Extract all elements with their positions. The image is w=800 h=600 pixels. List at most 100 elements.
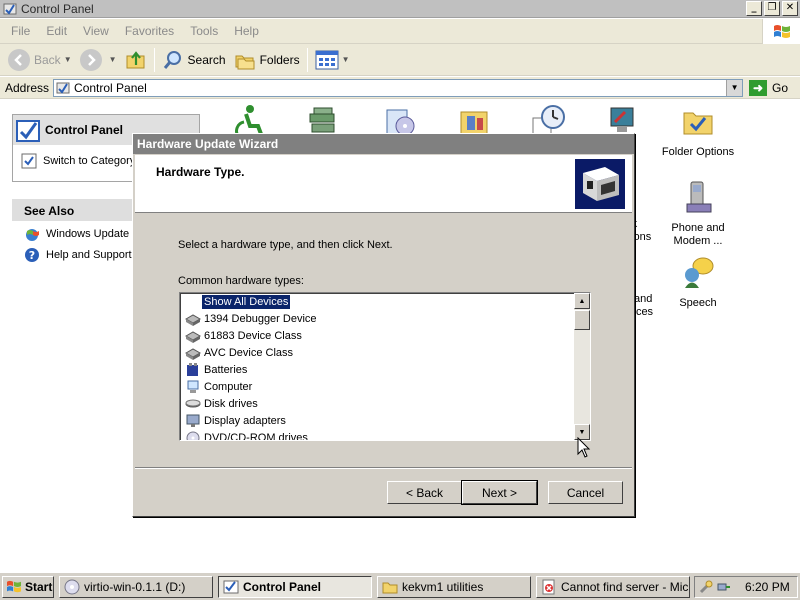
wizard-titlebar[interactable]: Hardware Update Wizard — [133, 134, 634, 154]
taskbar-item-virtio[interactable]: virtio-win-0.1.1 (D:) — [59, 576, 213, 598]
tray-network-icon[interactable] — [717, 580, 731, 594]
control-panel-pane-title: Control Panel — [45, 123, 124, 137]
battery-icon — [187, 362, 198, 376]
page-error-icon — [542, 579, 555, 595]
folders-label: Folders — [259, 52, 300, 67]
window-titlebar[interactable]: Control Panel _ ❐ ✕ — [0, 0, 800, 18]
views-dropdown-icon[interactable]: ▼ — [342, 55, 350, 64]
views-button[interactable]: ▼ — [311, 47, 354, 73]
help-icon: ? — [25, 248, 39, 262]
computer-icon — [187, 380, 199, 393]
close-button[interactable]: ✕ — [782, 1, 798, 16]
forward-dropdown-icon[interactable]: ▼ — [109, 55, 117, 64]
start-label: Start — [25, 580, 53, 594]
speech-item[interactable]: Speech — [656, 255, 740, 310]
list-item[interactable]: Show All Devices — [180, 293, 590, 310]
cancel-button[interactable]: Cancel — [548, 481, 623, 504]
toolbar: Back ▼ ▼ Search Folders ▼ — [0, 44, 800, 76]
hardware-update-wizard-dialog: Hardware Update Wizard Hardware Type. Se… — [132, 133, 635, 517]
windows-update-icon — [26, 229, 39, 241]
phone-modem-label: Phone and Modem ... — [671, 222, 725, 247]
phone-modem-icon — [686, 181, 712, 213]
views-icon — [315, 50, 339, 69]
go-arrow-icon: ➜ — [749, 79, 768, 96]
taskbar-item-browser[interactable]: Cannot find server - Mic... — [536, 576, 690, 598]
clock[interactable]: 6:20 PM — [745, 580, 790, 594]
address-input[interactable]: Control Panel ▼ — [53, 78, 744, 97]
list-item[interactable]: Batteries — [180, 361, 590, 378]
next-button[interactable]: Next > — [461, 480, 538, 505]
control-panel-small-icon — [56, 82, 70, 94]
back-label: Back — [34, 52, 61, 67]
windows-flag-icon — [7, 580, 21, 593]
cdrom-icon — [186, 431, 200, 440]
device-icon — [185, 347, 201, 360]
list-item[interactable]: AVC Device Class — [180, 344, 590, 361]
address-value: Control Panel — [74, 80, 147, 95]
control-panel-icon — [223, 580, 239, 594]
go-label: Go — [772, 80, 789, 95]
disk-drive-icon — [185, 399, 201, 407]
menu-tools[interactable]: Tools — [182, 24, 226, 38]
scroll-thumb[interactable] — [574, 310, 590, 330]
menu-favorites[interactable]: Favorites — [117, 24, 182, 38]
window-title: Control Panel — [21, 1, 94, 16]
toolbar-separator — [306, 47, 308, 72]
menu-edit[interactable]: Edit — [38, 24, 75, 38]
maximize-button[interactable]: ❐ — [764, 1, 780, 16]
wizard-instruction: Select a hardware type, and then click N… — [178, 239, 393, 251]
folder-options-label: Folder Options — [661, 146, 735, 158]
menu-bar: File Edit View Favorites Tools Help — [0, 19, 800, 44]
cd-drive-icon — [64, 579, 80, 595]
list-item[interactable]: DVD/CD-ROM drives — [180, 429, 590, 440]
dialog-separator — [135, 467, 632, 469]
address-dropdown-icon[interactable]: ▼ — [726, 79, 743, 96]
taskbar-item-control-panel[interactable]: Control Panel — [218, 576, 372, 598]
list-item[interactable]: Computer — [180, 378, 590, 395]
control-panel-icon — [3, 3, 17, 15]
list-item[interactable]: 61883 Device Class — [180, 327, 590, 344]
switch-view-icon — [21, 153, 37, 169]
windows-update-label: Windows Update — [46, 228, 130, 240]
tray-tools-icon[interactable] — [699, 580, 713, 594]
display-adapter-icon — [186, 414, 200, 427]
hardware-types-list[interactable]: Show All Devices 1394 Debugger Device 61… — [179, 292, 591, 441]
minimize-button[interactable]: _ — [746, 1, 762, 16]
folder-options-item[interactable]: Folder Options — [656, 104, 740, 159]
menu-file[interactable]: File — [3, 24, 38, 38]
address-label: Address — [5, 80, 50, 95]
wizard-page-title: Hardware Type. — [156, 165, 245, 179]
menu-help[interactable]: Help — [226, 24, 267, 38]
scroll-up-button[interactable]: ▲ — [574, 293, 590, 309]
list-item[interactable]: 1394 Debugger Device — [180, 310, 590, 327]
search-label: Search — [187, 52, 226, 67]
folders-button[interactable]: Folders — [230, 47, 304, 73]
go-button[interactable]: ➜ Go — [749, 79, 789, 96]
taskbar-item-kekvm1[interactable]: kekvm1 utilities — [377, 576, 531, 598]
list-scrollbar[interactable]: ▲ ▼ — [574, 293, 590, 440]
back-button[interactable]: Back ▼ — [4, 47, 76, 73]
wizard-header: Hardware Type. — [135, 155, 632, 213]
speech-label: Speech — [679, 297, 717, 309]
device-icon — [185, 330, 201, 343]
wizard-title: Hardware Update Wizard — [137, 137, 279, 151]
folders-icon — [235, 55, 255, 69]
phone-modem-item[interactable]: Phone and Modem ... — [656, 180, 740, 248]
toolbar-separator — [153, 47, 155, 72]
back-dropdown-icon[interactable]: ▼ — [64, 55, 72, 64]
mouse-cursor-icon — [577, 437, 591, 458]
up-folder-button[interactable] — [121, 47, 151, 73]
list-item[interactable]: Disk drives — [180, 395, 590, 412]
menu-view[interactable]: View — [75, 24, 117, 38]
hardware-wizard-icon — [575, 159, 625, 209]
folder-icon — [382, 582, 398, 594]
search-button[interactable]: Search — [158, 47, 230, 73]
back-dialog-button[interactable]: < Back — [387, 481, 462, 504]
list-item[interactable]: Display adapters — [180, 412, 590, 429]
search-icon — [163, 50, 181, 69]
back-arrow-icon — [8, 48, 30, 71]
start-button[interactable]: Start — [2, 576, 54, 598]
forward-button[interactable]: ▼ — [76, 47, 121, 73]
address-bar: Address Control Panel ▼ ➜ Go — [0, 77, 800, 99]
windows-logo-icon — [762, 19, 800, 44]
